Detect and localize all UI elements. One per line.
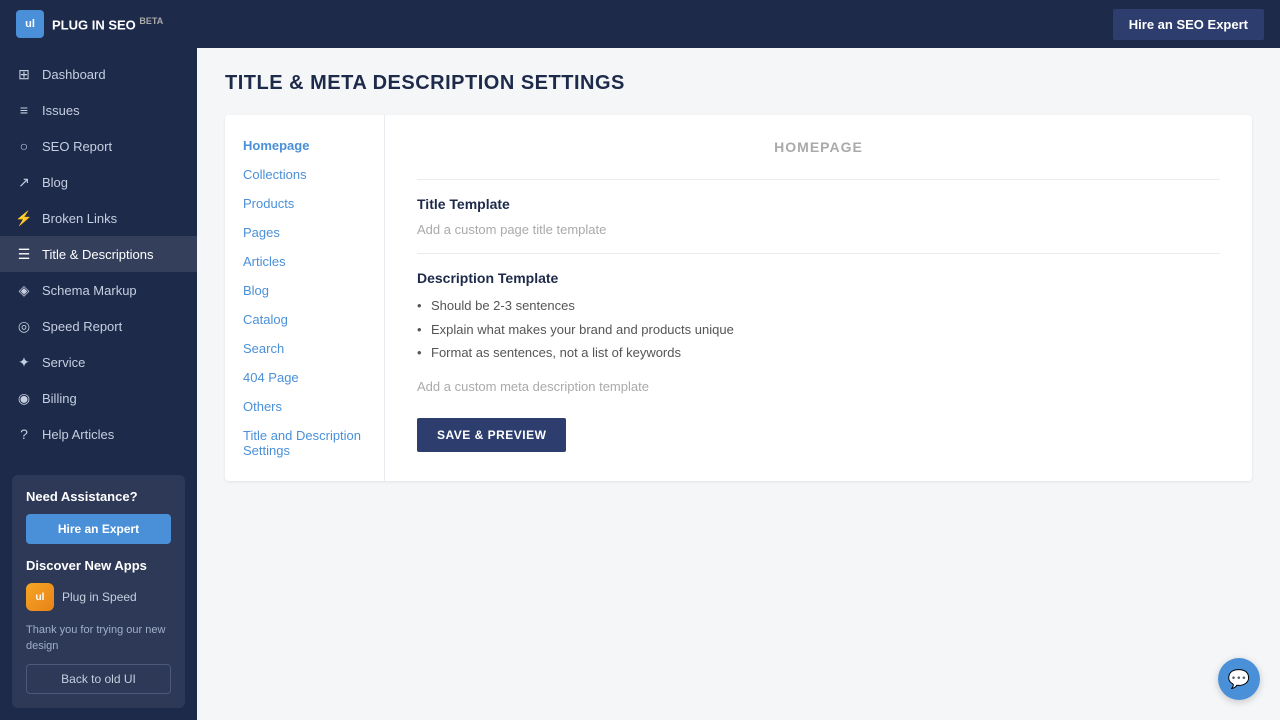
left-nav-item-title-description-settings[interactable]: Title and Description Settings: [225, 421, 384, 465]
sidebar-item-schema-markup[interactable]: ◈ Schema Markup: [0, 272, 197, 308]
left-nav-item-collections[interactable]: Collections: [225, 160, 384, 189]
content-area: HomepageCollectionsProductsPagesArticles…: [225, 115, 1252, 481]
logo-icon: ul: [16, 10, 44, 38]
left-nav-item-homepage[interactable]: Homepage: [225, 131, 384, 160]
description-hints: Should be 2-3 sentences Explain what make…: [417, 296, 1220, 363]
left-nav-item-others[interactable]: Others: [225, 392, 384, 421]
desc-hint-item: Format as sentences, not a list of keywo…: [417, 343, 1220, 363]
issues-icon: ≡: [16, 102, 32, 118]
speed-report-icon: ◎: [16, 318, 32, 334]
sidebar-item-label: Title & Descriptions: [42, 247, 154, 262]
sidebar-item-seo-report[interactable]: ○ SEO Report: [0, 128, 197, 164]
description-template-label: Description Template: [417, 270, 1220, 286]
desc-hint-item: Explain what makes your brand and produc…: [417, 320, 1220, 340]
sidebar: ⊞ Dashboard ≡ Issues ○ SEO Report ↗ Blog…: [0, 48, 197, 720]
sidebar-item-label: Blog: [42, 175, 68, 190]
service-icon: ✦: [16, 354, 32, 370]
dashboard-icon: ⊞: [16, 66, 32, 82]
logo-text: PLUG IN SEO BETA: [52, 16, 163, 32]
sidebar-item-label: Speed Report: [42, 319, 122, 334]
meta-hint: Add a custom meta description template: [417, 379, 1220, 394]
sidebar-item-label: Service: [42, 355, 85, 370]
sidebar-item-speed-report[interactable]: ◎ Speed Report: [0, 308, 197, 344]
logo-initials: ul: [25, 18, 35, 30]
sidebar-item-title-descriptions[interactable]: ☰ Title & Descriptions: [0, 236, 197, 272]
right-panel: HOMEPAGE Title Template Add a custom pag…: [385, 115, 1252, 481]
app-name: Plug in Speed: [62, 590, 137, 604]
billing-icon: ◉: [16, 390, 32, 406]
blog-icon: ↗: [16, 174, 32, 190]
left-nav-item-articles[interactable]: Articles: [225, 247, 384, 276]
hire-expert-header-button[interactable]: Hire an SEO Expert: [1113, 9, 1264, 40]
title-template-label: Title Template: [417, 196, 1220, 212]
sidebar-item-label: SEO Report: [42, 139, 112, 154]
sidebar-item-label: Billing: [42, 391, 77, 406]
assistance-card: Need Assistance? Hire an Expert Discover…: [12, 475, 185, 708]
thank-you-text: Thank you for trying our new design: [26, 623, 171, 654]
sidebar-item-label: Schema Markup: [42, 283, 137, 298]
left-nav-item-catalog[interactable]: Catalog: [225, 305, 384, 334]
left-nav-item-pages[interactable]: Pages: [225, 218, 384, 247]
layout: ⊞ Dashboard ≡ Issues ○ SEO Report ↗ Blog…: [0, 48, 1280, 720]
sidebar-item-label: Issues: [42, 103, 80, 118]
sidebar-item-service[interactable]: ✦ Service: [0, 344, 197, 380]
sidebar-item-label: Broken Links: [42, 211, 117, 226]
sidebar-item-label: Dashboard: [42, 67, 106, 82]
title-template-hint: Add a custom page title template: [417, 222, 1220, 237]
sidebar-item-broken-links[interactable]: ⚡ Broken Links: [0, 200, 197, 236]
sidebar-item-dashboard[interactable]: ⊞ Dashboard: [0, 56, 197, 92]
app-row: ul Plug in Speed: [26, 583, 171, 611]
logo: ul PLUG IN SEO BETA: [16, 10, 163, 38]
back-old-ui-button[interactable]: Back to old UI: [26, 664, 171, 694]
main-content: TITLE & META DESCRIPTION SETTINGS Homepa…: [197, 48, 1280, 720]
sidebar-item-help-articles[interactable]: ? Help Articles: [0, 416, 197, 452]
divider-mid: [417, 253, 1220, 254]
broken-links-icon: ⚡: [16, 210, 32, 226]
sidebar-item-issues[interactable]: ≡ Issues: [0, 92, 197, 128]
sidebar-nav: ⊞ Dashboard ≡ Issues ○ SEO Report ↗ Blog…: [0, 48, 197, 463]
header: ul PLUG IN SEO BETA Hire an SEO Expert: [0, 0, 1280, 48]
logo-beta: BETA: [139, 16, 163, 26]
logo-name: PLUG IN SEO: [52, 17, 136, 32]
app-initials: ul: [36, 592, 45, 603]
save-preview-button[interactable]: SAVE & PREVIEW: [417, 418, 566, 452]
left-nav-item-blog[interactable]: Blog: [225, 276, 384, 305]
hire-expert-small-button[interactable]: Hire an Expert: [26, 514, 171, 544]
assistance-title: Need Assistance?: [26, 489, 171, 504]
title-descriptions-icon: ☰: [16, 246, 32, 262]
schema-markup-icon: ◈: [16, 282, 32, 298]
app-icon: ul: [26, 583, 54, 611]
chat-button[interactable]: 💬: [1218, 658, 1260, 700]
sidebar-item-label: Help Articles: [42, 427, 114, 442]
left-nav-item-404-page[interactable]: 404 Page: [225, 363, 384, 392]
help-articles-icon: ?: [16, 426, 32, 442]
sidebar-item-blog[interactable]: ↗ Blog: [0, 164, 197, 200]
sidebar-item-billing[interactable]: ◉ Billing: [0, 380, 197, 416]
left-nav-item-products[interactable]: Products: [225, 189, 384, 218]
left-nav-item-search[interactable]: Search: [225, 334, 384, 363]
page-title: TITLE & META DESCRIPTION SETTINGS: [225, 72, 1252, 95]
left-nav: HomepageCollectionsProductsPagesArticles…: [225, 115, 385, 481]
panel-heading: HOMEPAGE: [417, 139, 1220, 155]
desc-hint-item: Should be 2-3 sentences: [417, 296, 1220, 316]
divider-top: [417, 179, 1220, 180]
discover-title: Discover New Apps: [26, 558, 171, 573]
seo-report-icon: ○: [16, 138, 32, 154]
